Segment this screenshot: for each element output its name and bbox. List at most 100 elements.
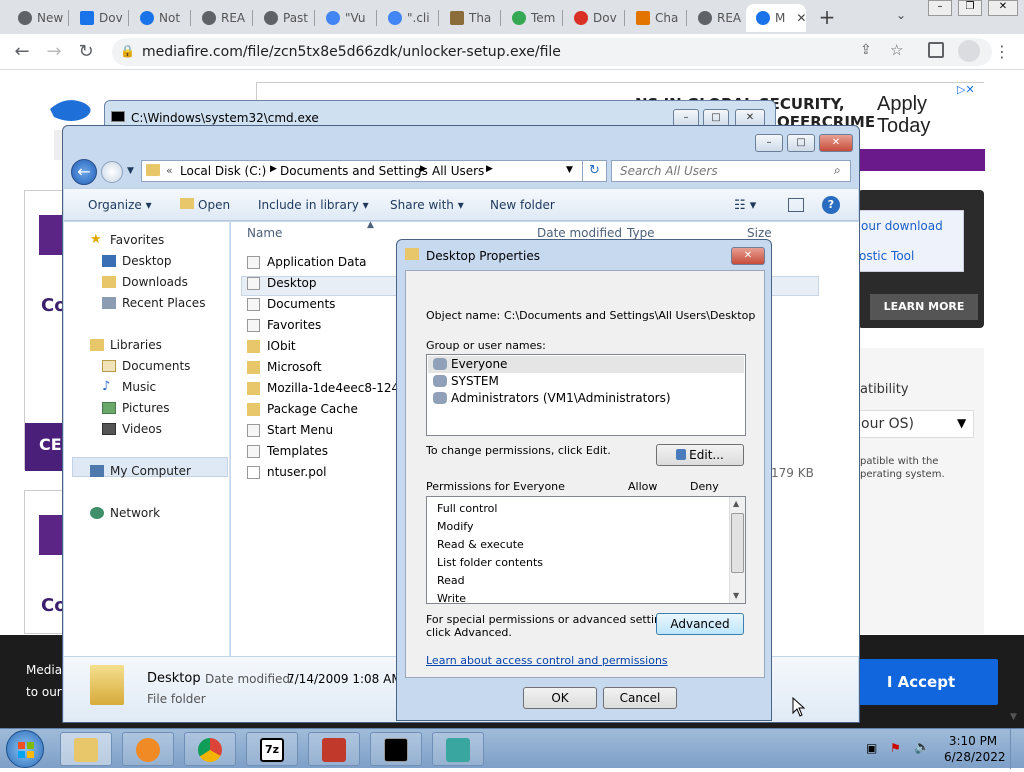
advanced-button[interactable]: Advanced	[656, 613, 744, 635]
browser-tab[interactable]: Tem	[502, 4, 560, 32]
taskbar-cmd[interactable]	[370, 732, 422, 766]
clock-time[interactable]: 3:10 PM	[944, 734, 1002, 748]
browser-tab[interactable]: New	[8, 4, 66, 32]
preview-pane-icon[interactable]	[788, 198, 804, 212]
address-dropdown-icon[interactable]: ▼	[566, 165, 573, 175]
nav-my-computer[interactable]: My Computer	[90, 464, 191, 478]
breadcrumb-item[interactable]: Documents and Settings	[280, 164, 428, 178]
bookmark-star-icon[interactable]: ☆	[890, 41, 903, 59]
nav-documents[interactable]: Documents	[102, 359, 190, 373]
breadcrumb-item[interactable]: Local Disk (C:)	[180, 164, 266, 178]
taskbar-chrome[interactable]	[184, 732, 236, 766]
clock-date[interactable]: 6/28/2022	[944, 750, 1006, 764]
include-in-library-button[interactable]: Include in library ▾	[258, 198, 369, 212]
nav-network[interactable]: Network	[90, 506, 160, 520]
back-icon[interactable]: ←	[10, 40, 34, 64]
action-center-icon[interactable]: ⚑	[890, 741, 901, 755]
permissions-list[interactable]: Full control Modify Read & execute List …	[426, 496, 746, 604]
recent-pages-icon[interactable]: ▼	[127, 166, 134, 176]
scrollbar[interactable]: ▲ ▼	[729, 497, 745, 603]
breadcrumb-separator-icon[interactable]: ▶	[486, 164, 493, 174]
nav-favorites[interactable]: ★ Favorites	[90, 233, 164, 247]
cancel-button[interactable]: Cancel	[603, 687, 677, 709]
view-options-icon[interactable]: ☷ ▾	[734, 198, 756, 213]
new-folder-button[interactable]: New folder	[490, 198, 555, 212]
taskbar-media-player[interactable]	[122, 732, 174, 766]
minimize-icon[interactable]: –	[928, 0, 952, 16]
left-ad[interactable]: Co CE	[24, 190, 67, 471]
reload-icon[interactable]: ↻	[74, 40, 98, 64]
column-size[interactable]: Size	[747, 226, 772, 240]
nav-recent-places[interactable]: Recent Places	[102, 296, 205, 310]
os-select[interactable]: our OS) ▼	[858, 410, 974, 438]
accept-cookies-button[interactable]: I Accept	[844, 659, 998, 705]
share-with-button[interactable]: Share with ▾	[390, 198, 464, 212]
browser-tab[interactable]: "Vu	[316, 4, 374, 32]
scroll-up-icon[interactable]: ▲	[733, 499, 739, 508]
browser-tab[interactable]: Tha	[440, 4, 498, 32]
organize-button[interactable]: Organize ▾	[88, 198, 152, 212]
back-icon[interactable]: ←	[71, 159, 97, 185]
learn-access-control-link[interactable]: Learn about access control and permissio…	[426, 654, 668, 667]
start-button[interactable]	[6, 730, 44, 768]
left-ad-2[interactable]: Co	[24, 490, 67, 634]
browser-tab[interactable]: Dov	[70, 4, 126, 32]
tab-search-icon[interactable]: ⌄	[896, 8, 906, 22]
side-panel-icon[interactable]	[928, 42, 944, 58]
volume-icon[interactable]: 🔈	[914, 740, 930, 755]
taskbar-explorer[interactable]	[60, 732, 112, 766]
breadcrumb-item[interactable]: All Users	[432, 164, 484, 178]
restore-icon[interactable]: ❐	[958, 0, 982, 16]
column-type[interactable]: Type	[627, 226, 655, 240]
browser-tab[interactable]: REA	[192, 4, 250, 32]
browser-tab[interactable]: Not	[130, 4, 188, 32]
browser-tab-active[interactable]: M ✕	[746, 4, 806, 32]
desktop-properties-dialog[interactable]: Desktop Properties ✕ Object name: C:\Doc…	[396, 239, 772, 721]
forward-icon[interactable]	[101, 161, 123, 183]
user-item-everyone[interactable]: Everyone	[433, 357, 507, 371]
nav-desktop[interactable]: Desktop	[102, 254, 172, 268]
avatar[interactable]	[958, 40, 980, 62]
column-date-modified[interactable]: Date modified	[537, 226, 622, 240]
nav-music[interactable]: ♪ Music	[102, 380, 156, 394]
edit-button[interactable]: Edit...	[656, 444, 744, 466]
help-icon[interactable]: ?	[822, 196, 840, 214]
close-icon[interactable]: ✕	[988, 0, 1018, 16]
close-icon[interactable]: ✕	[731, 247, 765, 265]
user-item-system[interactable]: SYSTEM	[433, 374, 499, 388]
browser-tab[interactable]: Past	[254, 4, 312, 32]
menu-icon[interactable]: ⋮	[994, 42, 1010, 61]
taskbar-toolbox[interactable]	[308, 732, 360, 766]
scroll-down-icon[interactable]: ▼	[733, 591, 739, 600]
minimize-icon[interactable]: –	[755, 134, 783, 152]
nav-videos[interactable]: Videos	[102, 422, 162, 436]
browser-tab[interactable]: REA	[688, 4, 744, 32]
forward-icon[interactable]: →	[42, 40, 66, 64]
breadcrumb-separator-icon[interactable]: ▶	[270, 164, 277, 174]
maximize-icon[interactable]: □	[787, 134, 815, 152]
refresh-icon[interactable]: ↻	[582, 161, 606, 181]
search-icon[interactable]: ⌕	[834, 163, 841, 178]
nav-downloads[interactable]: Downloads	[102, 275, 188, 289]
mediafire-logo[interactable]	[46, 95, 106, 125]
new-tab-button[interactable]: +	[816, 6, 838, 28]
browser-tab[interactable]: Dov	[564, 4, 622, 32]
browser-tab[interactable]: Cha	[626, 4, 684, 32]
learn-more-button[interactable]: LEARN MORE	[870, 294, 978, 320]
ad-choices-icon[interactable]: ▷✕	[957, 83, 975, 96]
nav-libraries[interactable]: Libraries	[90, 338, 162, 352]
network-tray-icon[interactable]: ▣	[866, 741, 877, 755]
page-scroll-down-icon[interactable]: ▼	[1010, 712, 1017, 722]
breadcrumb-separator-icon[interactable]: ▶	[420, 164, 427, 174]
column-name[interactable]: Name	[247, 226, 282, 240]
scroll-thumb[interactable]	[731, 513, 744, 573]
search-input[interactable]: Search All Users ⌕	[611, 160, 851, 182]
browser-tab[interactable]: ".cli	[378, 4, 436, 32]
show-desktop-button[interactable]	[1010, 729, 1024, 769]
nav-pictures[interactable]: Pictures	[102, 401, 170, 415]
share-icon[interactable]: ⇪	[860, 42, 872, 58]
close-tab-icon[interactable]: ✕	[796, 11, 806, 25]
taskbar-7zip[interactable]: 7z	[246, 732, 298, 766]
user-item-administrators[interactable]: Administrators (VM1\Administrators)	[433, 391, 671, 405]
download-link[interactable]: our download	[861, 219, 943, 233]
